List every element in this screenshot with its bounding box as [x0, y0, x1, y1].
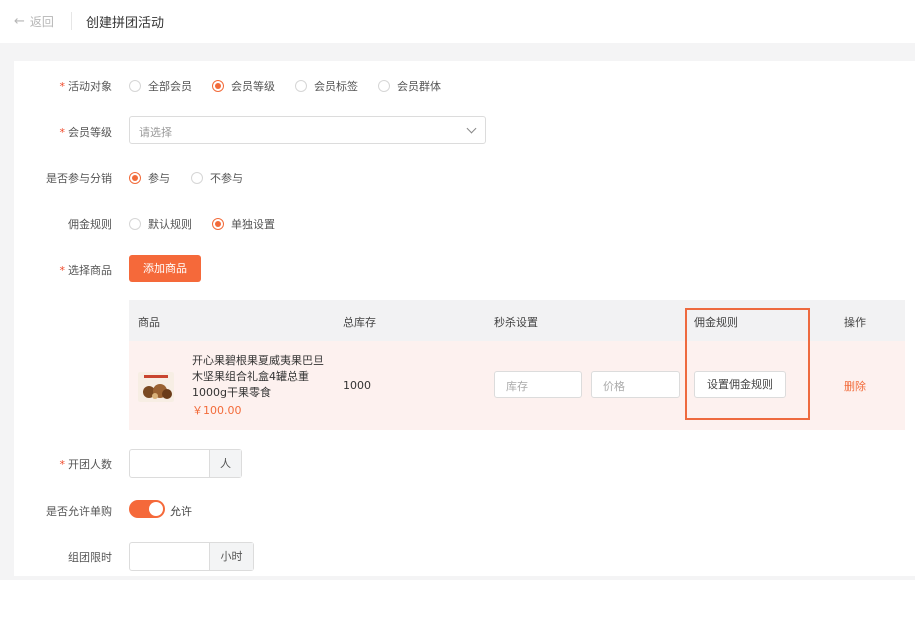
radio-distribution-skip[interactable]: 不参与: [191, 170, 243, 186]
radio-checked-icon: [212, 80, 224, 92]
delete-link[interactable]: 删除: [844, 378, 866, 394]
radio-circle-icon: [129, 218, 141, 230]
commission-label: 佣金规则: [68, 218, 112, 231]
time-limit-input[interactable]: 小时: [129, 542, 254, 571]
group-size-label: * 开团人数: [59, 458, 113, 471]
required-mark: *: [59, 80, 66, 93]
radio-distribution-join[interactable]: 参与: [129, 170, 170, 186]
level-select-placeholder: 请选择: [139, 126, 172, 139]
time-limit-unit: 小时: [209, 543, 253, 570]
required-mark: *: [59, 458, 66, 471]
time-limit-label: 组团限时: [68, 551, 112, 564]
radio-circle-icon: [191, 172, 203, 184]
group-size-unit: 人: [209, 450, 241, 477]
radio-circle-icon: [378, 80, 390, 92]
bottom-area: [0, 580, 915, 621]
back-label: 返回: [29, 15, 54, 29]
radio-checked-icon: [212, 218, 224, 230]
flash-stock-input[interactable]: 库存: [494, 371, 582, 398]
radio-circle-icon: [129, 80, 141, 92]
flash-price-input[interactable]: 价格: [591, 371, 680, 398]
total-stock: 1000: [343, 379, 371, 392]
product-name: 开心果碧根果夏威夷果巴旦木坚果组合礼盒4罐总重1000g干果零食: [192, 354, 324, 399]
back-button[interactable]: ← 返回: [14, 13, 54, 30]
level-select[interactable]: 请选择: [129, 116, 486, 144]
radio-target-tag[interactable]: 会员标签: [295, 78, 358, 94]
chevron-down-icon: [466, 123, 477, 134]
page-title: 创建拼团活动: [86, 16, 165, 31]
column-header-flash-sale: 秒杀设置: [494, 316, 538, 329]
product-thumbnail: [138, 372, 174, 402]
single-buy-status: 允许: [170, 505, 192, 518]
product-price: ￥100.00: [192, 404, 242, 417]
add-goods-button[interactable]: 添加商品: [129, 255, 201, 282]
distribution-label: 是否参与分销: [46, 172, 112, 185]
toggle-knob: [149, 502, 163, 516]
required-mark: *: [59, 264, 66, 277]
arrow-left-icon: ←: [14, 14, 25, 29]
radio-circle-icon: [295, 80, 307, 92]
radio-target-group[interactable]: 会员群体: [378, 78, 441, 94]
goods-label: * 选择商品: [59, 264, 113, 277]
column-header-goods: 商品: [138, 316, 160, 329]
required-mark: *: [59, 126, 66, 139]
radio-target-level[interactable]: 会员等级: [212, 78, 275, 94]
nut-gift-box-icon: [138, 372, 174, 402]
target-label: * 活动对象: [59, 80, 113, 93]
column-header-action: 操作: [844, 316, 866, 329]
radio-commission-custom[interactable]: 单独设置: [212, 216, 275, 232]
radio-commission-default[interactable]: 默认规则: [129, 216, 192, 232]
radio-target-all[interactable]: 全部会员: [129, 78, 192, 94]
single-buy-toggle[interactable]: [129, 500, 165, 518]
annotation-highlight-box: [685, 308, 810, 420]
group-size-input[interactable]: 人: [129, 449, 242, 478]
radio-checked-icon: [129, 172, 141, 184]
single-buy-label: 是否允许单购: [46, 505, 112, 518]
column-header-stock: 总库存: [343, 316, 376, 329]
header-bar: ← 返回 创建拼团活动: [0, 0, 915, 43]
level-label: * 会员等级: [59, 126, 113, 139]
header-divider: [71, 12, 72, 30]
